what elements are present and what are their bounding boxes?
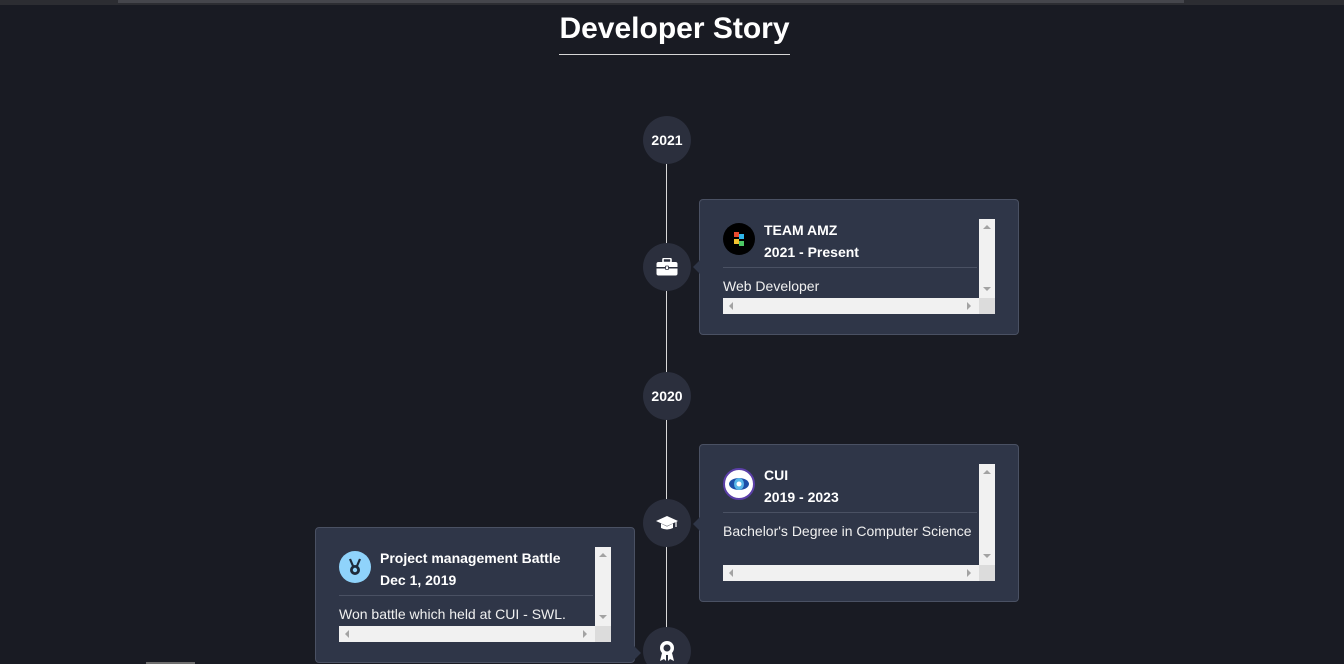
scroll-up-arrow[interactable] bbox=[983, 225, 991, 229]
award-icon bbox=[660, 641, 674, 661]
browser-top-strip-bar bbox=[118, 0, 1184, 3]
scroll-down-arrow[interactable] bbox=[983, 287, 991, 291]
timeline-card-cui: CUI 2019 - 2023 Bachelor's Degree in Com… bbox=[693, 444, 1019, 602]
cui-logo bbox=[723, 468, 755, 500]
card-period: 2021 - Present bbox=[764, 244, 859, 260]
card-period: Dec 1, 2019 bbox=[380, 572, 457, 588]
medal-logo bbox=[339, 551, 371, 583]
scroll-up-arrow[interactable] bbox=[983, 470, 991, 474]
scroll-down-arrow[interactable] bbox=[983, 554, 991, 558]
timeline-card-project-battle: Project management Battle Dec 1, 2019 Wo… bbox=[315, 527, 641, 663]
briefcase-icon bbox=[656, 258, 678, 276]
timeline-node-award bbox=[643, 627, 691, 664]
card-divider bbox=[723, 267, 977, 268]
year-marker-2020: 2020 bbox=[643, 372, 691, 420]
scroll-right-arrow[interactable] bbox=[583, 630, 587, 638]
timeline-card-team-amz: TEAM AMZ 2021 - Present Web Developer bbox=[693, 199, 1019, 335]
card-header: CUI 2019 - 2023 bbox=[723, 464, 839, 508]
scrollbar-corner bbox=[595, 626, 611, 642]
scroll-right-arrow[interactable] bbox=[967, 569, 971, 577]
card-period: 2019 - 2023 bbox=[764, 489, 839, 505]
team-amz-logo-mark bbox=[734, 232, 744, 246]
scroll-left-arrow[interactable] bbox=[729, 569, 733, 577]
scrollbar-corner bbox=[979, 565, 995, 581]
vertical-scrollbar[interactable] bbox=[979, 219, 995, 299]
vertical-scrollbar[interactable] bbox=[979, 464, 995, 566]
scroll-left-arrow[interactable] bbox=[345, 630, 349, 638]
card-description: Bachelor's Degree in Computer Science bbox=[723, 523, 972, 539]
team-amz-logo bbox=[723, 223, 755, 255]
card-description: Won battle which held at CUI - SWL. bbox=[339, 606, 566, 622]
horizontal-scrollbar[interactable] bbox=[723, 298, 979, 314]
scrollbar-corner bbox=[979, 298, 995, 314]
card-header: Project management Battle Dec 1, 2019 bbox=[339, 547, 561, 591]
scroll-up-arrow[interactable] bbox=[599, 553, 607, 557]
card-scroll-area[interactable]: Project management Battle Dec 1, 2019 Wo… bbox=[339, 547, 595, 627]
card-title: CUI bbox=[764, 467, 789, 483]
card-divider bbox=[723, 512, 977, 513]
card-description: Web Developer bbox=[723, 278, 820, 294]
scroll-left-arrow[interactable] bbox=[729, 302, 733, 310]
card-title: TEAM AMZ bbox=[764, 222, 838, 238]
vertical-scrollbar[interactable] bbox=[595, 547, 611, 627]
browser-top-strip bbox=[0, 0, 1344, 5]
card-pointer bbox=[634, 646, 641, 660]
horizontal-scrollbar[interactable] bbox=[723, 565, 979, 581]
card-pointer bbox=[693, 260, 700, 274]
card-header: TEAM AMZ 2021 - Present bbox=[723, 219, 859, 263]
card-scroll-area[interactable]: CUI 2019 - 2023 Bachelor's Degree in Com… bbox=[723, 464, 979, 566]
medal-logo-mark bbox=[348, 558, 362, 575]
timeline-node-work bbox=[643, 243, 691, 291]
page-title: Developer Story bbox=[559, 10, 790, 55]
card-pointer bbox=[693, 517, 700, 531]
timeline-node-education bbox=[643, 499, 691, 547]
graduation-cap-icon bbox=[656, 516, 678, 530]
scroll-right-arrow[interactable] bbox=[967, 302, 971, 310]
horizontal-scrollbar[interactable] bbox=[339, 626, 595, 642]
card-title: Project management Battle bbox=[380, 550, 561, 566]
card-divider bbox=[339, 595, 593, 596]
scroll-down-arrow[interactable] bbox=[599, 615, 607, 619]
year-marker-2021: 2021 bbox=[643, 116, 691, 164]
cui-logo-mark bbox=[728, 473, 750, 495]
